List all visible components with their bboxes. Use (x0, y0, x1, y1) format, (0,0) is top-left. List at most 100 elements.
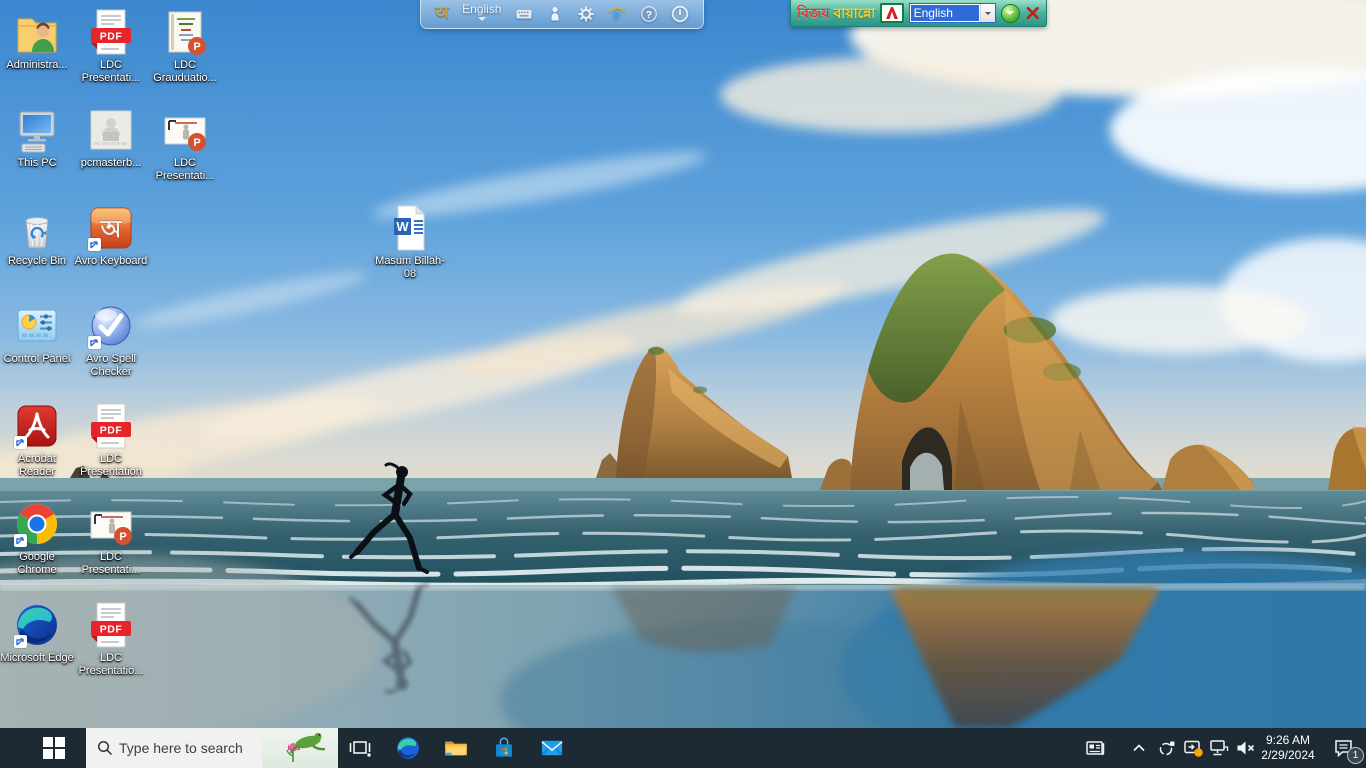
keyboard-layout-icon[interactable] (515, 5, 533, 23)
desktop-icon-label: Acrobat Reader (0, 453, 74, 479)
desktop-icon-ldc-presentation-pdf-3[interactable]: PDF LDC Presentatio... (74, 601, 148, 678)
search-icon (97, 740, 113, 756)
svg-text:PDF: PDF (100, 624, 123, 636)
task-view-icon (348, 736, 372, 760)
taskbar-edge-button[interactable] (384, 728, 432, 768)
desktop-icon-this-pc[interactable]: This PC (0, 106, 74, 170)
powerpoint-file-icon: P (161, 106, 209, 154)
network-button[interactable] (1206, 728, 1232, 768)
volume-muted-icon (1234, 737, 1256, 759)
power-icon[interactable] (671, 5, 689, 23)
desktop-icon-label: LDC Presentati... (74, 551, 148, 577)
shortcut-arrow-icon (14, 534, 27, 547)
powerpoint-file-icon: P (161, 8, 209, 56)
desktop-icon-label: Avro Spell Checker (74, 353, 148, 379)
avro-logo-icon[interactable]: অ (435, 6, 449, 22)
spell-checker-icon (87, 302, 135, 350)
desktop-icon-label: Masum Billah-08 (373, 255, 447, 281)
desktop-icon-avro-keyboard[interactable]: অ Avro Keyboard (74, 204, 148, 268)
desktop-icon-label: Recycle Bin (8, 255, 66, 268)
settings-gear-icon[interactable] (577, 5, 595, 23)
desktop-icon-ldc-presentation-ppt-1[interactable]: P LDC Presentati... (148, 106, 222, 183)
desktop-icon-control-panel[interactable]: Control Panel (0, 302, 74, 366)
desktop-icon-ldc-presentation-pdf-1[interactable]: PDF LDC Presentati... (74, 8, 148, 85)
bijoy-language-value: English (911, 5, 979, 21)
desktop-icon-label: Microsoft Edge (0, 652, 73, 665)
chevron-down-icon (478, 17, 486, 25)
ie-browser-icon[interactable]: e (608, 5, 626, 23)
desktop-icon-label: Administra... (6, 59, 67, 72)
taskbar-file-explorer-button[interactable] (432, 728, 480, 768)
file-explorer-icon (443, 735, 469, 761)
avro-keyboard-icon: অ (87, 204, 135, 252)
word-file-icon: W (386, 204, 434, 252)
action-center-button[interactable]: 1 (1322, 728, 1366, 768)
taskbar-mail-button[interactable] (528, 728, 576, 768)
svg-text:?: ? (646, 9, 652, 21)
arrow-down-icon (1006, 11, 1014, 19)
task-view-button[interactable] (336, 728, 384, 768)
bijoy-language-select[interactable]: English (909, 3, 996, 23)
image-thumbnail-icon: PC MASTER BD (87, 106, 135, 154)
shortcut-arrow-icon (14, 635, 27, 648)
taskbar-store-button[interactable] (480, 728, 528, 768)
clock-date: 2/29/2024 (1261, 748, 1314, 763)
clock-time: 9:26 AM (1266, 733, 1310, 748)
search-highlight-image[interactable] (262, 728, 338, 768)
chevron-down-icon (980, 4, 995, 22)
news-interests-button[interactable] (1072, 728, 1118, 768)
search-input[interactable] (113, 740, 262, 756)
search-box[interactable] (86, 728, 338, 768)
start-button[interactable] (0, 728, 86, 768)
close-icon[interactable] (1025, 5, 1040, 21)
clock[interactable]: 9:26 AM 2/29/2024 (1256, 728, 1320, 768)
volume-button[interactable] (1232, 728, 1258, 768)
chrome-icon (13, 500, 61, 548)
avro-mouse-icon[interactable] (546, 5, 564, 23)
desktop-icon-avro-spell-checker[interactable]: Avro Spell Checker (74, 302, 148, 379)
mail-icon (539, 735, 565, 761)
svg-text:W: W (396, 219, 409, 234)
desktop-icon-pcmasterbd-image[interactable]: PC MASTER BD pcmasterb... (74, 106, 148, 170)
desktop-icon-masum-billah-doc[interactable]: W Masum Billah-08 (373, 204, 447, 281)
control-panel-icon (13, 302, 61, 350)
desktop-icon-label: This PC (17, 157, 56, 170)
camera-circle-icon (1157, 738, 1177, 758)
tray-meet-now-button[interactable] (1154, 728, 1180, 768)
avro-language-selector[interactable]: English (462, 3, 501, 25)
avro-language-label: English (462, 3, 501, 15)
desktop-icon-ldc-presentation-pdf-2[interactable]: PDF LDC Presentation (74, 402, 148, 479)
desktop-icon-ldc-presentation-ppt-2[interactable]: P LDC Presentati... (74, 500, 148, 577)
bijoy-logo-button[interactable] (880, 3, 903, 23)
desktop-icon-ldc-grauduation-ppt[interactable]: P LDC Grauduatio... (148, 8, 222, 85)
notification-count-badge: 1 (1347, 747, 1364, 764)
shortcut-arrow-icon (14, 436, 27, 449)
desktop-icon-microsoft-edge[interactable]: Microsoft Edge (0, 601, 74, 665)
avro-keyboard-toolbar: অ English e ? (420, 0, 704, 29)
tray-display-sync-button[interactable] (1180, 728, 1206, 768)
svg-text:অ: অ (100, 216, 123, 243)
show-hidden-icons-button[interactable] (1126, 728, 1152, 768)
pdf-file-icon: PDF (87, 402, 135, 450)
windows-logo-icon (43, 737, 65, 759)
svg-text:P: P (193, 41, 200, 53)
desktop-icon-label: LDC Presentation (74, 453, 148, 479)
desktop: Administra... PDF LDC Presentati... P (0, 0, 1366, 728)
pdf-file-icon: PDF (87, 8, 135, 56)
chevron-up-icon (1131, 740, 1147, 756)
recycle-bin-icon (13, 204, 61, 252)
taskbar: 9:26 AM 2/29/2024 1 (0, 728, 1366, 768)
desktop-icon-label: Google Chrome (0, 551, 74, 577)
desktop-icon-label: Control Panel (4, 353, 71, 366)
desktop-icon-label: LDC Presentatio... (74, 652, 148, 678)
bijoy-switch-button[interactable] (1001, 4, 1020, 23)
computer-icon (13, 106, 61, 154)
desktop-icon-label: LDC Presentati... (74, 59, 148, 85)
desktop-icon-acrobat-reader[interactable]: Acrobat Reader (0, 402, 74, 479)
bijoy-brand-word1: বিজয় (797, 5, 830, 21)
desktop-icon-recycle-bin[interactable]: Recycle Bin (0, 204, 74, 268)
help-icon[interactable]: ? (640, 5, 658, 23)
desktop-icon-administrator[interactable]: Administra... (0, 8, 74, 72)
desktop-icon-google-chrome[interactable]: Google Chrome (0, 500, 74, 577)
svg-text:PDF: PDF (100, 425, 123, 437)
